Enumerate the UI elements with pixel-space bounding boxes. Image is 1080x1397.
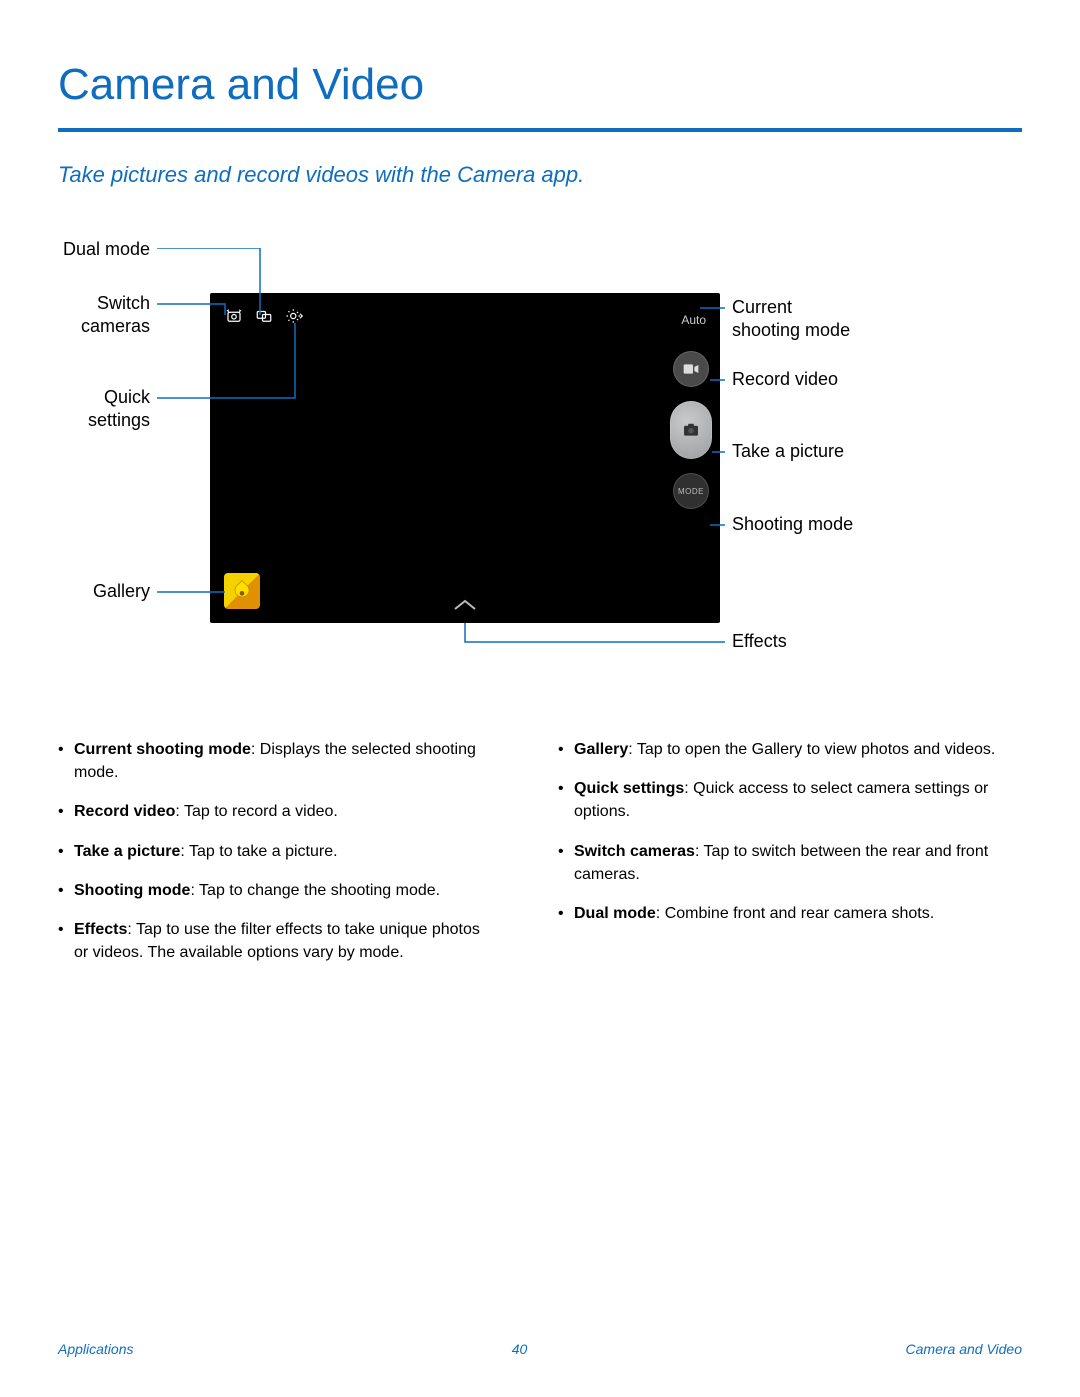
record-video-button[interactable] <box>673 351 709 387</box>
take-picture-button[interactable] <box>670 401 712 459</box>
bullet-term: Dual mode <box>574 905 656 922</box>
bullet-desc: : Tap to open the Gallery to view photos… <box>628 741 995 758</box>
bullet-item: Gallery: Tap to open the Gallery to view… <box>558 738 998 761</box>
bullet-item: Dual mode: Combine front and rear camera… <box>558 902 998 925</box>
camera-screenshot: Auto MODE <box>210 293 720 623</box>
bullet-desc: : Tap to take a picture. <box>180 843 337 860</box>
camera-top-icons <box>224 307 304 325</box>
bullet-item: Quick settings: Quick access to select c… <box>558 777 998 823</box>
bullet-item: Current shooting mode: Displays the sele… <box>58 738 498 784</box>
bullet-item: Effects: Tap to use the filter effects t… <box>58 918 498 964</box>
bullet-item: Shooting mode: Tap to change the shootin… <box>58 879 498 902</box>
bullet-desc: : Tap to change the shooting mode. <box>190 882 440 899</box>
camera-right-buttons: MODE <box>670 351 712 509</box>
shooting-mode-button[interactable]: MODE <box>673 473 709 509</box>
label-gallery: Gallery <box>30 580 150 603</box>
dual-mode-icon[interactable] <box>254 307 274 325</box>
label-dual-mode: Dual mode <box>30 238 150 261</box>
label-take-picture: Take a picture <box>732 440 932 463</box>
quick-settings-icon[interactable] <box>284 307 304 325</box>
label-record-video: Record video <box>732 368 932 391</box>
label-effects: Effects <box>732 630 932 653</box>
bullet-term: Record video <box>74 803 175 820</box>
bullet-term: Shooting mode <box>74 882 190 899</box>
label-current-mode: Current shooting mode <box>732 296 932 341</box>
label-shooting-mode: Shooting mode <box>732 513 932 536</box>
camera-auto-mode-text: Auto <box>681 313 706 327</box>
camera-diagram: Dual mode Switch cameras Quick settings … <box>60 248 1020 668</box>
bullet-desc: : Combine front and rear camera shots. <box>656 905 934 922</box>
page: Camera and Video Take pictures and recor… <box>0 0 1080 1397</box>
bullet-term: Current shooting mode <box>74 741 251 758</box>
bullet-col-right: Gallery: Tap to open the Gallery to view… <box>558 738 998 980</box>
footer-page: 40 <box>512 1341 528 1357</box>
bullet-term: Quick settings <box>574 780 684 797</box>
bullet-item: Switch cameras: Tap to switch between th… <box>558 840 998 886</box>
bullet-item: Take a picture: Tap to take a picture. <box>58 840 498 863</box>
bullet-term: Switch cameras <box>574 843 695 860</box>
page-subtitle: Take pictures and record videos with the… <box>58 162 1022 188</box>
gallery-thumbnail[interactable] <box>224 573 260 609</box>
switch-cameras-icon[interactable] <box>224 307 244 325</box>
bullet-item: Record video: Tap to record a video. <box>58 800 498 823</box>
page-footer: Applications 40 Camera and Video <box>58 1341 1022 1357</box>
label-quick-settings: Quick settings <box>30 386 150 431</box>
page-title: Camera and Video <box>58 60 1022 110</box>
bullet-columns: Current shooting mode: Displays the sele… <box>58 738 1022 980</box>
bullet-desc: : Tap to use the filter effects to take … <box>74 921 480 961</box>
label-switch-cameras: Switch cameras <box>30 292 150 337</box>
bullet-term: Gallery <box>574 741 628 758</box>
bullet-col-left: Current shooting mode: Displays the sele… <box>58 738 498 980</box>
bullet-term: Effects <box>74 921 127 938</box>
footer-left: Applications <box>58 1341 134 1357</box>
effects-caret-icon[interactable] <box>452 598 478 617</box>
footer-right: Camera and Video <box>906 1341 1022 1357</box>
bullet-desc: : Tap to record a video. <box>175 803 337 820</box>
bullet-term: Take a picture <box>74 843 180 860</box>
title-rule <box>58 128 1022 132</box>
